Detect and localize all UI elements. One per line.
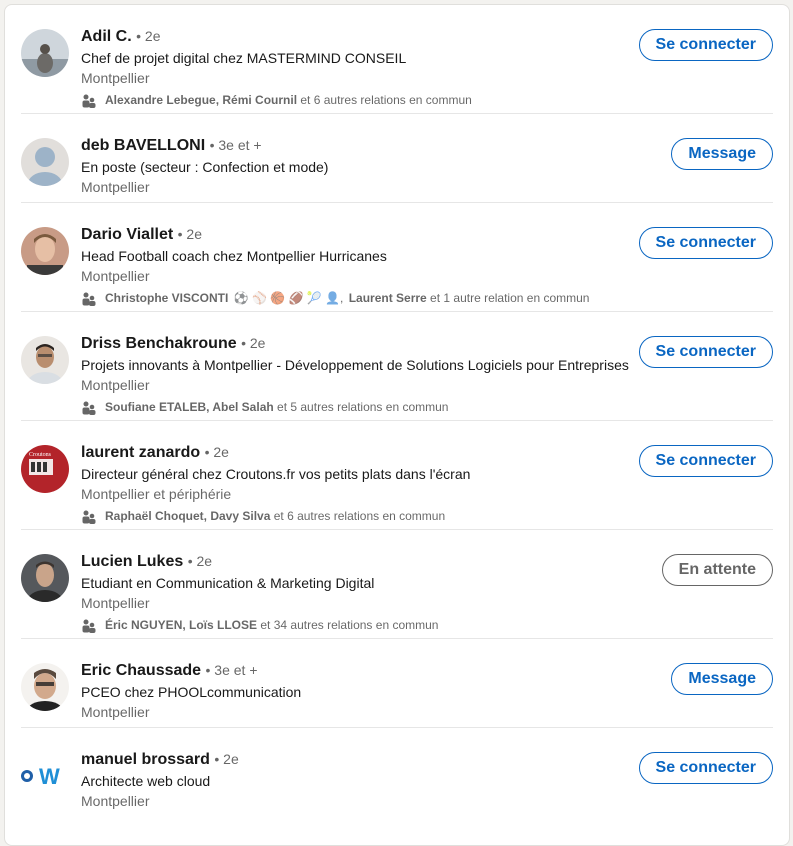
people-icon xyxy=(82,401,96,415)
list-item: Lucien Lukes • 2e Etudiant en Communicat… xyxy=(21,530,773,639)
connect-button[interactable]: Se connecter xyxy=(638,336,773,368)
connect-button[interactable]: Se connecter xyxy=(638,752,773,784)
connection-degree: • 2e xyxy=(177,226,203,242)
message-button[interactable]: Message xyxy=(671,138,773,170)
mutual-count: et 6 autres relations en commun xyxy=(297,93,472,107)
message-button[interactable]: Message xyxy=(671,663,773,695)
avatar[interactable] xyxy=(21,138,69,186)
person-headline: Architecte web cloud xyxy=(81,773,211,789)
avatar[interactable] xyxy=(21,663,69,711)
svg-text:W: W xyxy=(39,764,60,789)
person-name[interactable]: Eric Chaussade xyxy=(81,662,201,679)
list-item: Eric Chaussade • 3e et + PCEO chez PHOOL… xyxy=(21,639,773,728)
connection-degree: • 2e xyxy=(204,444,229,460)
connection-degree: • 2e xyxy=(136,28,161,44)
connect-button[interactable]: Se connecter xyxy=(638,227,773,259)
person-name[interactable]: Adil C. xyxy=(81,28,132,45)
person-headline: Etudiant en Communication & Marketing Di… xyxy=(81,575,375,591)
mutual-names-2: Laurent Serre xyxy=(348,291,427,305)
mutual-count: et 34 autres relations en commun xyxy=(257,618,439,632)
person-headline: Head Football coach chez Montpellier Hur… xyxy=(81,248,387,264)
list-item: deb BAVELLONI • 3e et + En poste (secteu… xyxy=(21,114,773,203)
person-location: Montpellier xyxy=(81,704,150,720)
person-headline: Directeur général chez Croutons.fr vos p… xyxy=(81,466,471,482)
mutual-count: et 1 autre relation en commun xyxy=(426,291,590,305)
person-headline: En poste (secteur : Confection et mode) xyxy=(81,159,329,175)
avatar[interactable] xyxy=(21,29,69,77)
mutual-names: Christophe VISCONTI xyxy=(105,291,229,305)
avatar[interactable] xyxy=(21,227,69,275)
connection-degree: • 2e xyxy=(187,553,213,569)
people-icon xyxy=(82,292,96,306)
person-location: Montpellier xyxy=(81,595,150,611)
sport-emojis: ⚽ ⚾ 🏀 🏈 🎾 👤, xyxy=(233,291,344,305)
people-results-card: Adil C. • 2e Chef de projet digital chez… xyxy=(4,4,790,846)
list-item: Driss Benchakroune • 2e Projets innovant… xyxy=(21,312,773,421)
mutual-connections[interactable]: Christophe VISCONTI ⚽ ⚾ 🏀 🏈 🎾 👤, Laurent… xyxy=(81,290,623,307)
mutual-connections[interactable]: Éric NGUYEN, Loïs LLOSE et 34 autres rel… xyxy=(81,617,623,634)
connect-button[interactable]: Se connecter xyxy=(638,445,773,477)
person-location: Montpellier et périphérie xyxy=(81,486,232,502)
list-item: Dario Viallet • 2e Head Football coach c… xyxy=(21,203,773,312)
people-list: Adil C. • 2e Chef de projet digital chez… xyxy=(5,5,789,836)
mutual-names: Soufiane ETALEB, Abel Salah xyxy=(105,400,274,414)
person-name[interactable]: Dario Viallet xyxy=(81,226,173,243)
person-location: Montpellier xyxy=(81,179,150,195)
mutual-count: et 5 autres relations en commun xyxy=(273,400,449,414)
person-name[interactable]: Lucien Lukes xyxy=(81,553,183,570)
mutual-names: Alexandre Lebegue, Rémi Cournil xyxy=(105,93,298,107)
people-icon xyxy=(82,94,96,108)
people-icon xyxy=(82,510,96,524)
person-name[interactable]: laurent zanardo xyxy=(81,444,200,461)
person-location: Montpellier xyxy=(81,793,150,809)
person-name[interactable]: deb BAVELLONI xyxy=(81,137,205,154)
connection-degree: • 3e et + xyxy=(209,137,262,153)
mutual-connections[interactable]: Alexandre Lebegue, Rémi Cournil et 6 aut… xyxy=(81,92,623,109)
person-headline: Projets innovants à Montpellier - Dévelo… xyxy=(81,357,629,373)
person-headline: Chef de projet digital chez MASTERMIND C… xyxy=(81,50,407,66)
person-location: Montpellier xyxy=(81,70,150,86)
person-location: Montpellier xyxy=(81,377,150,393)
avatar[interactable] xyxy=(21,336,69,384)
person-name[interactable]: manuel brossard xyxy=(81,751,210,768)
mutual-connections[interactable]: Soufiane ETALEB, Abel Salah et 5 autres … xyxy=(81,399,633,416)
mutual-connections[interactable]: Raphaël Choquet, Davy Silva et 6 autres … xyxy=(81,508,623,525)
person-location: Montpellier xyxy=(81,268,150,284)
list-item: W manuel brossard • 2e Architecte web cl… xyxy=(21,728,773,836)
people-icon xyxy=(82,619,96,633)
avatar[interactable]: W xyxy=(21,752,69,800)
avatar[interactable]: Croutons xyxy=(21,445,69,493)
person-headline: PCEO chez PHOOLcommunication xyxy=(81,684,302,700)
connection-degree: • 2e xyxy=(241,335,266,351)
connect-button[interactable]: Se connecter xyxy=(638,29,773,61)
connection-degree: • 2e xyxy=(214,751,239,767)
person-name[interactable]: Driss Benchakroune xyxy=(81,335,237,352)
connection-degree: • 3e et + xyxy=(205,662,258,678)
mutual-names: Éric NGUYEN, Loïs LLOSE xyxy=(105,618,258,632)
list-item: Croutons laurent zanardo • 2e Directeur … xyxy=(21,421,773,530)
mutual-count: et 6 autres relations en commun xyxy=(270,509,446,523)
pending-button[interactable]: En attente xyxy=(661,554,773,586)
mutual-names: Raphaël Choquet, Davy Silva xyxy=(105,509,271,523)
list-item: Adil C. • 2e Chef de projet digital chez… xyxy=(21,5,773,114)
svg-text:Croutons: Croutons xyxy=(29,452,52,458)
avatar[interactable] xyxy=(21,554,69,602)
